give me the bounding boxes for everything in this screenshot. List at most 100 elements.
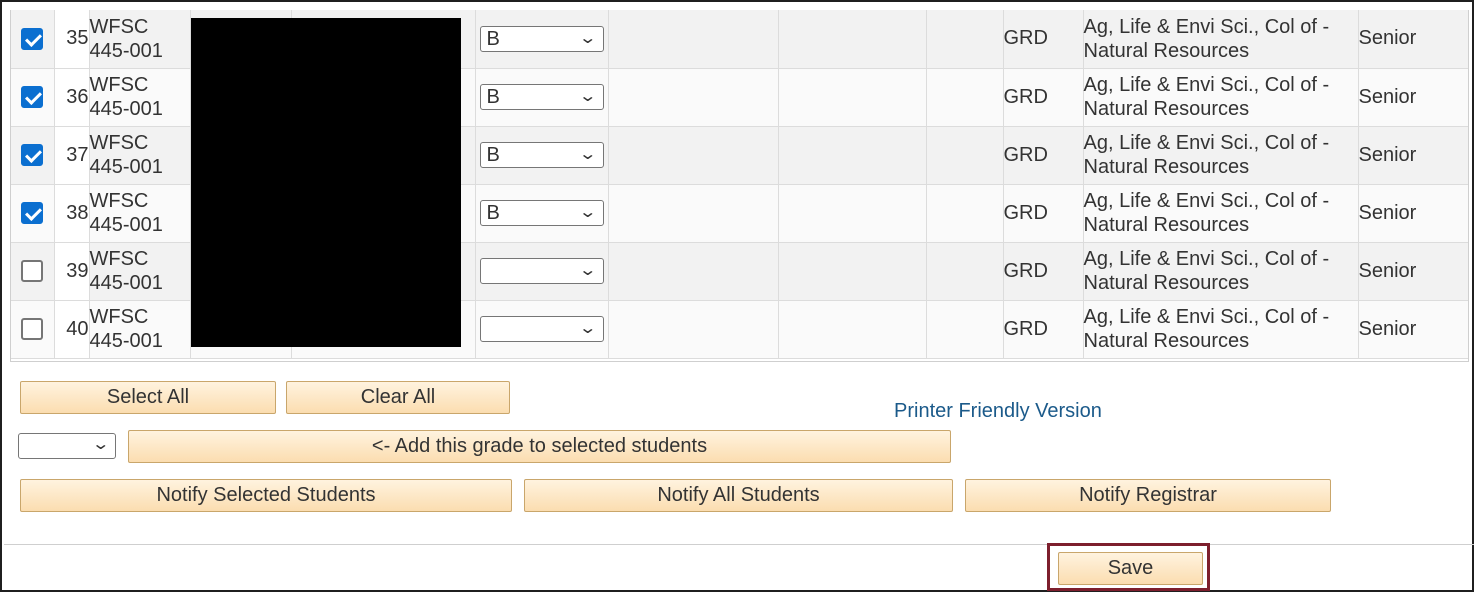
row-select-checkbox[interactable] [21, 27, 44, 50]
program-plan-cell: Ag, Life & Envi Sci., Col of - Natural Re… [1083, 10, 1359, 69]
row-select-checkbox[interactable] [21, 260, 44, 283]
empty-cell [608, 68, 779, 127]
save-button[interactable]: Save [1058, 552, 1203, 585]
program-college: Ag, Life & Envi Sci., Col of - [1083, 190, 1330, 212]
notify-all-students-button[interactable]: Notify All Students [524, 479, 953, 512]
chevron-down-icon: ⌄ [578, 146, 598, 163]
grade-cell: B ⌄ [475, 184, 609, 243]
roster-grade-select[interactable]: B ⌄ [479, 25, 604, 52]
grading-basis: GRD [1003, 242, 1084, 301]
program-college: Ag, Life & Envi Sci., Col of - [1083, 74, 1330, 96]
course-subject: WFSC [89, 248, 149, 270]
grade-cell: B ⌄ [475, 126, 609, 185]
course-subject: WFSC [89, 74, 149, 96]
empty-cell [608, 300, 779, 359]
grading-basis: GRD [1003, 68, 1084, 127]
roster-grade-select[interactable]: ⌄ [479, 316, 604, 342]
program-college: Ag, Life & Envi Sci., Col of - [1083, 132, 1330, 154]
course-subject: WFSC [89, 306, 149, 328]
chevron-down-icon: ⌄ [578, 320, 598, 337]
class-section-cell: WFSC 445-001 [89, 126, 191, 185]
class-section-cell: WFSC 445-001 [89, 242, 191, 301]
roster-grade-select[interactable]: B ⌄ [479, 200, 604, 226]
row-select-cell [11, 10, 55, 69]
empty-cell [608, 10, 779, 69]
program-college: Ag, Life & Envi Sci., Col of - [1083, 306, 1330, 328]
row-select-cell [11, 300, 55, 359]
program-plan-cell: Ag, Life & Envi Sci., Col of - Natural Re… [1083, 68, 1359, 127]
grade-cell: B ⌄ [475, 10, 609, 69]
bulk-grade-select[interactable]: ⌄ [18, 433, 116, 459]
row-select-checkbox[interactable] [21, 318, 44, 341]
empty-cell [926, 126, 1004, 185]
program-college: Ag, Life & Envi Sci., Col of - [1083, 248, 1330, 270]
empty-cell [926, 184, 1004, 243]
grading-basis: GRD [1003, 300, 1084, 359]
program-plan: Natural Resources [1083, 272, 1250, 294]
empty-cell [926, 10, 1004, 69]
row-number: 38 [54, 184, 90, 243]
chevron-down-icon: ⌄ [578, 204, 598, 221]
roster-grade-value: B [486, 144, 500, 166]
chevron-down-icon: ⌄ [578, 29, 598, 47]
grading-basis: GRD [1003, 126, 1084, 185]
row-select-checkbox[interactable] [21, 144, 44, 167]
course-section: 445-001 [89, 272, 163, 294]
course-section: 445-001 [89, 98, 163, 120]
row-number: 40 [54, 300, 90, 359]
select-all-button[interactable]: Select All [20, 381, 276, 414]
academic-level: Senior [1358, 242, 1468, 301]
row-select-checkbox[interactable] [21, 86, 44, 109]
grading-basis: GRD [1003, 10, 1084, 69]
academic-level: Senior [1358, 68, 1468, 127]
class-section-cell: WFSC 445-001 [89, 184, 191, 243]
empty-cell [778, 126, 927, 185]
add-grade-to-selected-button[interactable]: <- Add this grade to selected students [128, 430, 951, 463]
empty-cell [926, 68, 1004, 127]
row-select-cell [11, 184, 55, 243]
chevron-down-icon: ⌄ [578, 88, 598, 105]
course-section: 445-001 [89, 156, 163, 178]
class-section-cell: WFSC 445-001 [89, 68, 191, 127]
course-section: 445-001 [89, 39, 163, 62]
grade-cell: ⌄ [475, 300, 609, 359]
course-subject: WFSC [89, 190, 149, 212]
printer-friendly-link[interactable]: Printer Friendly Version [894, 400, 1102, 423]
empty-cell [778, 184, 927, 243]
redacted-student-names [191, 18, 461, 347]
program-plan: Natural Resources [1083, 39, 1250, 62]
grade-cell: B ⌄ [475, 68, 609, 127]
grade-roster-page: 35 WFSC 445-001 B ⌄ GRD Ag, Life & Envi Sci., … [0, 0, 1474, 592]
footer-divider [4, 544, 1474, 545]
row-number: 37 [54, 126, 90, 185]
roster-grade-value: B [486, 86, 500, 108]
notify-selected-students-button[interactable]: Notify Selected Students [20, 479, 512, 512]
academic-level: Senior [1358, 300, 1468, 359]
program-plan: Natural Resources [1083, 98, 1250, 120]
course-section: 445-001 [89, 214, 163, 236]
empty-cell [608, 242, 779, 301]
empty-cell [778, 10, 927, 69]
row-number: 39 [54, 242, 90, 301]
course-section: 445-001 [89, 330, 163, 352]
empty-cell [926, 242, 1004, 301]
program-plan-cell: Ag, Life & Envi Sci., Col of - Natural Re… [1083, 242, 1359, 301]
chevron-down-icon: ⌄ [90, 436, 110, 453]
row-select-checkbox[interactable] [21, 202, 44, 225]
roster-grade-select[interactable]: B ⌄ [479, 142, 604, 168]
program-plan-cell: Ag, Life & Envi Sci., Col of - Natural Re… [1083, 184, 1359, 243]
grade-cell: ⌄ [475, 242, 609, 301]
row-select-cell [11, 68, 55, 127]
empty-cell [778, 242, 927, 301]
roster-grade-select[interactable]: B ⌄ [479, 84, 604, 110]
empty-cell [608, 126, 779, 185]
clear-all-button[interactable]: Clear All [286, 381, 510, 414]
program-plan-cell: Ag, Life & Envi Sci., Col of - Natural Re… [1083, 300, 1359, 359]
course-subject: WFSC [89, 15, 149, 38]
program-plan: Natural Resources [1083, 330, 1250, 352]
notify-registrar-button[interactable]: Notify Registrar [965, 479, 1331, 512]
roster-grade-select[interactable]: ⌄ [479, 258, 604, 284]
row-select-cell [11, 242, 55, 301]
empty-cell [778, 300, 927, 359]
academic-level: Senior [1358, 126, 1468, 185]
